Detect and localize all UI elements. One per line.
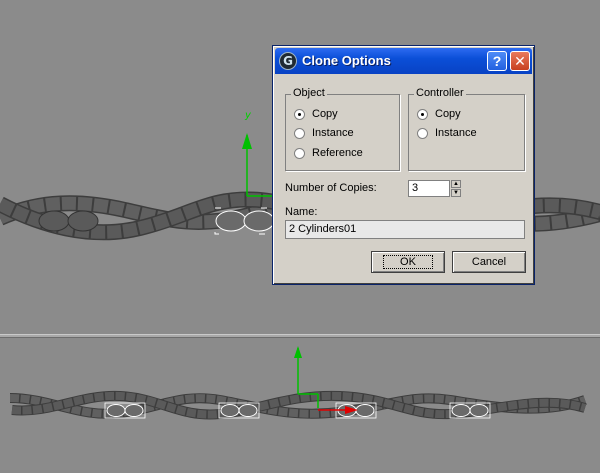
name-input[interactable]: 2 Cylinders01 bbox=[285, 220, 525, 239]
name-label: Name: bbox=[285, 206, 318, 218]
bottom-viewport-scene bbox=[9, 346, 587, 420]
dialog-title: Clone Options bbox=[302, 53, 391, 68]
ok-button[interactable]: OK bbox=[371, 251, 445, 273]
help-button[interactable]: ? bbox=[487, 51, 507, 71]
spin-down-icon[interactable]: ▼ bbox=[451, 189, 461, 197]
radio-unchecked-icon[interactable] bbox=[417, 128, 428, 139]
controller-group-label: Controller bbox=[414, 87, 466, 99]
clone-options-dialog: G Clone Options ? ✕ Object Copy Instance… bbox=[272, 45, 535, 285]
transform-gizmo[interactable]: y bbox=[242, 110, 272, 197]
cancel-button[interactable]: Cancel bbox=[452, 251, 526, 273]
object-instance-label: Instance bbox=[312, 127, 354, 139]
transform-gizmo-bottom[interactable] bbox=[294, 346, 358, 414]
radio-unchecked-icon[interactable] bbox=[294, 128, 305, 139]
controller-copy-label: Copy bbox=[435, 108, 461, 120]
radio-unchecked-icon[interactable] bbox=[294, 148, 305, 159]
dialog-titlebar[interactable]: G Clone Options ? ✕ bbox=[275, 48, 532, 74]
copies-spinner: 3 ▲ ▼ bbox=[408, 180, 462, 197]
ok-label: OK bbox=[383, 255, 433, 269]
controller-instance-label: Instance bbox=[435, 127, 477, 139]
controller-group: Controller Copy Instance bbox=[408, 87, 525, 171]
app-logo-icon: G bbox=[279, 52, 297, 70]
copies-input[interactable]: 3 bbox=[408, 180, 450, 197]
spin-up-icon[interactable]: ▲ bbox=[451, 180, 461, 188]
copies-label: Number of Copies: bbox=[285, 182, 377, 194]
close-button[interactable]: ✕ bbox=[510, 51, 530, 71]
object-group-label: Object bbox=[291, 87, 327, 99]
object-reference-label: Reference bbox=[312, 147, 363, 159]
bottom-viewport[interactable] bbox=[0, 338, 600, 473]
object-group: Object Copy Instance Reference bbox=[285, 87, 400, 171]
radio-checked-icon[interactable] bbox=[294, 109, 305, 120]
object-copy-label: Copy bbox=[312, 108, 338, 120]
radio-checked-icon[interactable] bbox=[417, 109, 428, 120]
axis-y-label: y bbox=[244, 110, 252, 121]
